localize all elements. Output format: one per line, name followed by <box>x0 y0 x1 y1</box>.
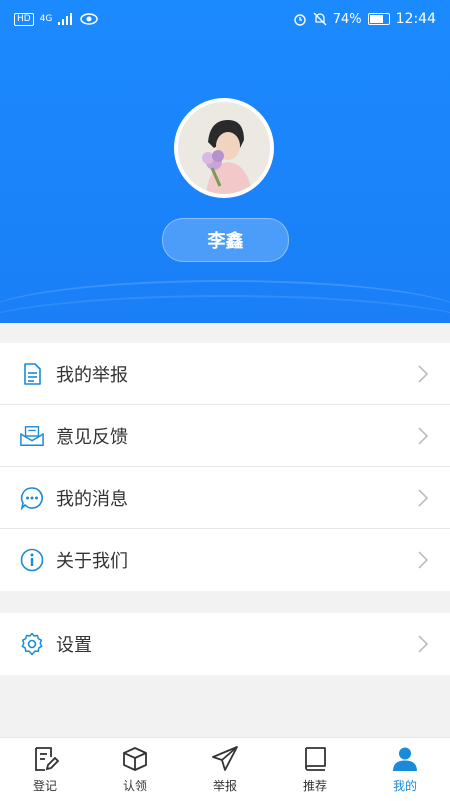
menu-item-feedback[interactable]: 意见反馈 <box>0 405 450 467</box>
tab-report[interactable]: 举报 <box>180 738 270 801</box>
menu-item-messages[interactable]: 我的消息 <box>0 467 450 529</box>
book-icon <box>305 747 326 771</box>
tab-claim[interactable]: 认领 <box>90 738 180 801</box>
tab-recommend[interactable]: 推荐 <box>270 738 360 801</box>
document-icon <box>24 362 41 385</box>
paper-plane-icon <box>212 746 238 771</box>
battery-percent: 74% <box>332 11 362 27</box>
menu-item-about-us[interactable]: 关于我们 <box>0 529 450 591</box>
envelope-icon <box>20 425 44 446</box>
menu-group-main: 我的举报 意见反馈 我的消息 关于我们 <box>0 343 450 591</box>
chevron-right-icon <box>418 488 428 507</box>
alarm-icon <box>294 14 306 26</box>
profile-header: HD 4G 74% 12:44 李鑫 <box>0 0 450 323</box>
tab-label: 登记 <box>32 779 57 793</box>
hd-icon: HD <box>14 12 34 26</box>
menu-item-my-reports[interactable]: 我的举报 <box>0 343 450 405</box>
avatar[interactable] <box>174 98 274 198</box>
menu-item-label: 关于我们 <box>56 551 128 572</box>
chevron-right-icon <box>418 551 428 569</box>
tab-register[interactable]: 登记 <box>0 738 90 801</box>
bottom-tab-bar: 登记 认领 举报 推荐 我的 <box>0 737 450 801</box>
menu-item-label: 我的举报 <box>56 364 128 386</box>
menu-group-settings: 设置 <box>0 613 450 675</box>
signal-icon <box>58 13 73 25</box>
tab-label: 推荐 <box>302 779 327 793</box>
status-bar: HD 4G 74% 12:44 <box>0 0 450 38</box>
tab-label: 认领 <box>122 779 147 793</box>
chevron-right-icon <box>418 364 428 383</box>
gear-icon <box>21 632 43 656</box>
edit-icon <box>35 747 59 771</box>
menu-item-label: 我的消息 <box>56 488 128 510</box>
menu-item-label: 设置 <box>56 635 92 656</box>
avatar-photo <box>178 102 270 194</box>
box-icon <box>123 747 147 771</box>
mute-icon <box>313 12 327 26</box>
clock: 12:44 <box>395 11 436 27</box>
username-button[interactable]: 李鑫 <box>162 218 289 262</box>
tab-label: 举报 <box>212 779 237 793</box>
network-type: 4G <box>39 14 53 24</box>
tab-label: 我的 <box>392 779 417 793</box>
info-icon <box>20 548 44 572</box>
menu-item-label: 意见反馈 <box>56 426 128 448</box>
user-icon <box>393 747 417 771</box>
chat-bubble-icon <box>20 486 43 510</box>
menu-item-settings[interactable]: 设置 <box>0 613 450 675</box>
tab-mine[interactable]: 我的 <box>360 738 450 801</box>
chevron-right-icon <box>418 426 428 445</box>
battery-icon <box>367 13 390 25</box>
chevron-right-icon <box>418 635 428 653</box>
eye-icon <box>80 13 99 25</box>
